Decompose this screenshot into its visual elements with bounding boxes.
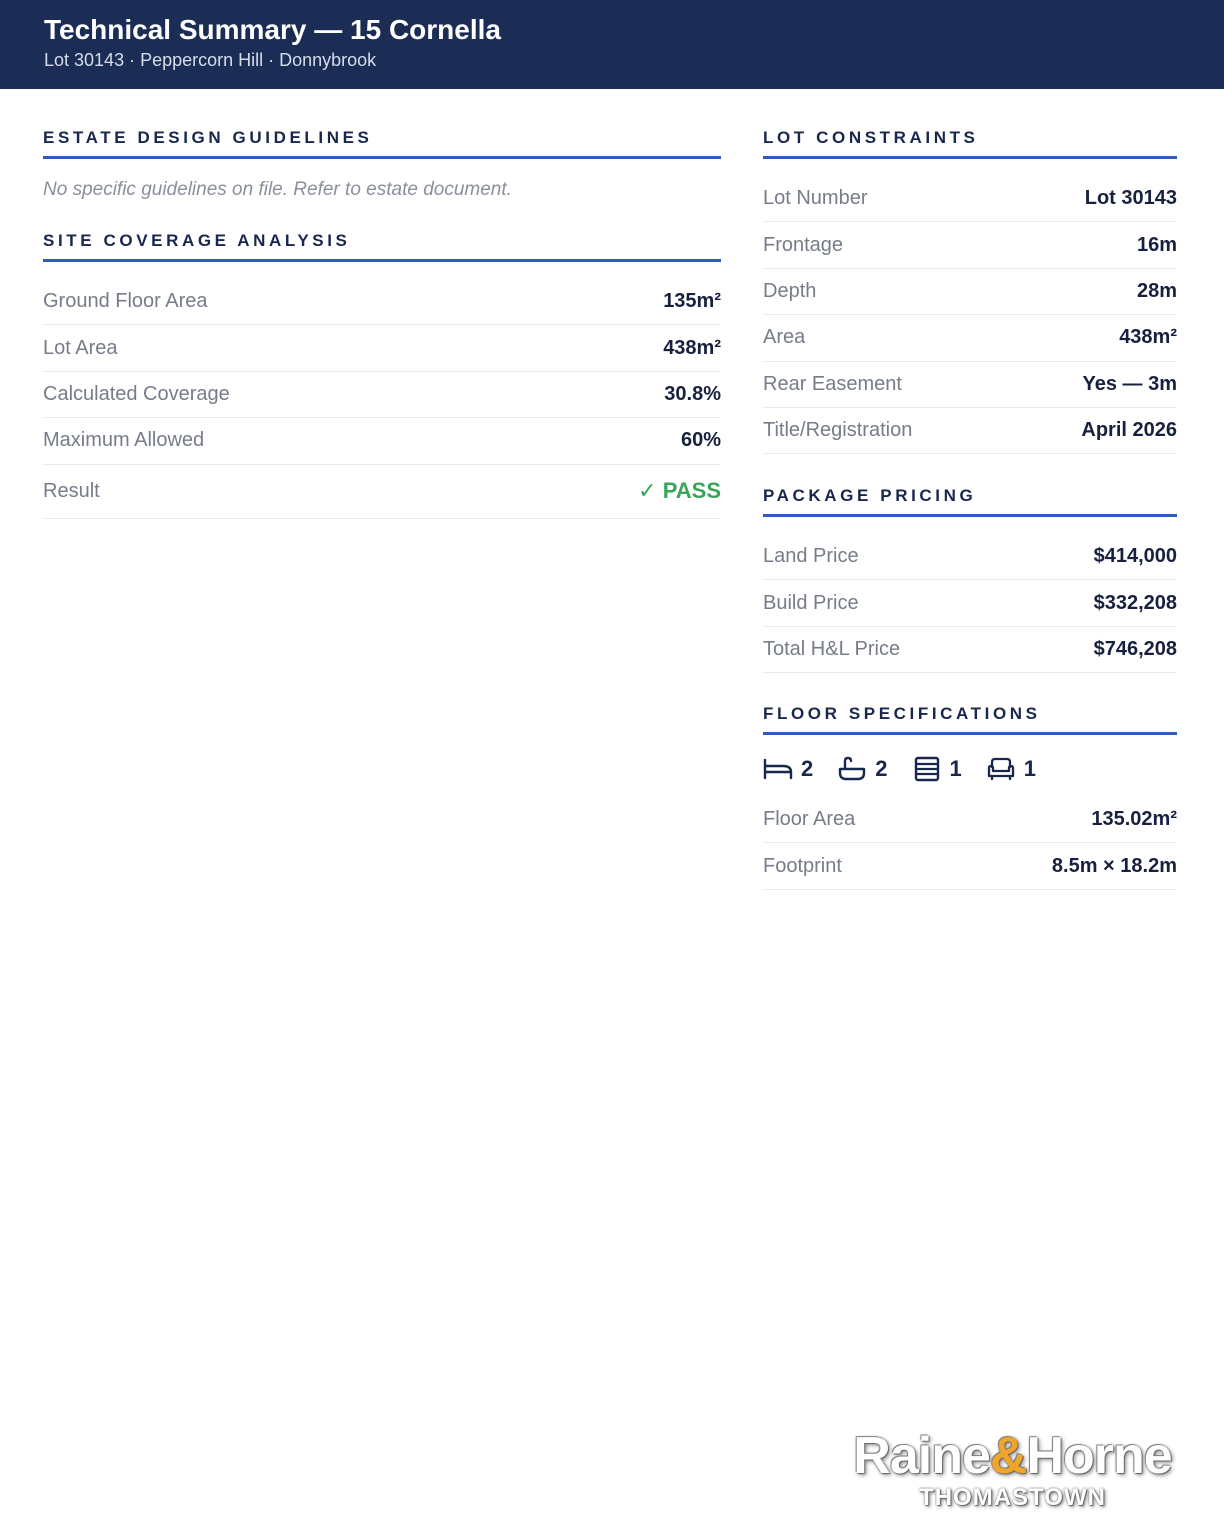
- table-row: Total H&L Price $746,208: [763, 627, 1177, 674]
- living-feature: 1: [986, 756, 1036, 782]
- living-icon: [987, 757, 1014, 781]
- row-label: Build Price: [763, 591, 859, 614]
- row-value: $414,000: [1093, 545, 1177, 568]
- table-row: Build Price $332,208: [763, 580, 1177, 627]
- row-value: $746,208: [1093, 637, 1177, 660]
- package-pricing-section: PACKAGE PRICING Land Price $414,000 Buil…: [763, 486, 1177, 674]
- result-row: Result ✓ PASS: [43, 465, 721, 519]
- table-row: Title/Registration April 2026: [763, 408, 1177, 455]
- page-subtitle: Lot 30143 · Peppercorn Hill · Donnybrook: [44, 50, 377, 70]
- table-row: Ground Floor Area 135m²: [43, 279, 721, 326]
- row-value: 438m²: [1119, 326, 1177, 349]
- table-row: Maximum Allowed 60%: [43, 418, 721, 465]
- row-label: Lot Number: [763, 187, 868, 210]
- garage-count: 1: [949, 756, 962, 781]
- row-value: 60%: [680, 429, 721, 452]
- section-title-package-pricing: PACKAGE PRICING: [763, 486, 1177, 517]
- row-label: Floor Area: [763, 808, 856, 831]
- row-label: Lot Area: [43, 336, 118, 359]
- floor-specifications-table: Floor Area 135.02m² Footprint 8.5m × 18.…: [763, 797, 1177, 890]
- living-count: 1: [1023, 756, 1036, 781]
- estate-guidelines-section: ESTATE DESIGN GUIDELINES No specific gui…: [43, 128, 721, 202]
- table-row: Footprint 8.5m × 18.2m: [763, 843, 1177, 890]
- table-row: Rear Easement Yes — 3m: [763, 362, 1177, 408]
- row-label: Area: [763, 326, 806, 349]
- garage-icon: [914, 756, 939, 782]
- logo-name-part1: Raine: [853, 1427, 991, 1485]
- table-row: Frontage 16m: [763, 222, 1177, 269]
- site-coverage-table: Ground Floor Area 135m² Lot Area 438m² C…: [43, 279, 721, 519]
- bathrooms-feature: 2: [837, 756, 888, 782]
- result-label: Result: [43, 479, 100, 502]
- lot-constraints-section: LOT CONSTRAINTS Lot Number Lot 30143 Fro…: [763, 128, 1177, 455]
- pass-status-badge: ✓ PASS: [638, 478, 721, 504]
- row-label: Total H&L Price: [763, 637, 901, 660]
- row-label: Frontage: [763, 233, 844, 256]
- lot-constraints-table: Lot Number Lot 30143 Frontage 16m Depth …: [763, 176, 1177, 455]
- bedrooms-count: 2: [801, 756, 814, 781]
- section-title-lot-constraints: LOT CONSTRAINTS: [763, 128, 1177, 159]
- row-value: 438m²: [663, 336, 721, 359]
- feature-icons-row: 2 2 1 1: [763, 749, 1177, 789]
- bathrooms-count: 2: [875, 756, 888, 781]
- row-value: Lot 30143: [1084, 187, 1177, 210]
- table-row: Calculated Coverage 30.8%: [43, 372, 721, 419]
- logo-wordmark: Raine&Horne: [840, 1428, 1185, 1484]
- page-title: Technical Summary — 15 Cornella: [44, 14, 501, 45]
- row-value: 30.8%: [664, 382, 721, 405]
- row-label: Land Price: [763, 545, 859, 568]
- page-header: Technical Summary — 15 Cornella Lot 3014…: [0, 0, 1224, 89]
- row-value: $332,208: [1093, 591, 1177, 614]
- row-value: 16m: [1136, 233, 1177, 256]
- bed-icon: [763, 758, 793, 780]
- table-row: Floor Area 135.02m²: [763, 797, 1177, 844]
- section-title-floor-specifications: FLOOR SPECIFICATIONS: [763, 704, 1177, 735]
- row-label: Depth: [763, 279, 817, 302]
- row-label: Rear Easement: [763, 372, 902, 395]
- row-label: Calculated Coverage: [43, 382, 230, 405]
- floor-specifications-section: FLOOR SPECIFICATIONS 2 2 1 1 Floor Area …: [763, 704, 1177, 890]
- row-value: 28m: [1136, 279, 1177, 302]
- row-label: Maximum Allowed: [43, 429, 205, 452]
- table-row: Land Price $414,000: [763, 534, 1177, 581]
- table-row: Depth 28m: [763, 269, 1177, 316]
- row-value: 135m²: [663, 290, 721, 313]
- row-value: 135.02m²: [1091, 808, 1177, 831]
- bath-icon: [839, 756, 866, 781]
- row-label: Footprint: [763, 854, 842, 877]
- row-value: Yes — 3m: [1082, 372, 1177, 395]
- section-title-estate-guidelines: ESTATE DESIGN GUIDELINES: [43, 128, 721, 159]
- row-value: April 2026: [1081, 419, 1177, 442]
- table-row: Area 438m²: [763, 315, 1177, 362]
- row-label: Ground Floor Area: [43, 290, 208, 313]
- row-value: 8.5m × 18.2m: [1051, 854, 1177, 877]
- logo-name-part2: Horne: [1026, 1427, 1172, 1485]
- logo-office-name: THOMASTOWN: [919, 1484, 1106, 1511]
- package-pricing-table: Land Price $414,000 Build Price $332,208…: [763, 534, 1177, 674]
- logo-ampersand: &: [989, 1427, 1028, 1485]
- raine-horne-logo: Raine&Horne THOMASTOWN: [840, 1428, 1185, 1512]
- bedrooms-feature: 2: [763, 756, 813, 782]
- site-coverage-section: SITE COVERAGE ANALYSIS Ground Floor Area…: [43, 231, 721, 519]
- table-row: Lot Area 438m²: [43, 325, 721, 372]
- garage-feature: 1: [912, 756, 962, 782]
- table-row: Lot Number Lot 30143: [763, 176, 1177, 223]
- section-title-site-coverage: SITE COVERAGE ANALYSIS: [43, 231, 721, 262]
- guidelines-note: No specific guidelines on file. Refer to…: [43, 179, 512, 200]
- row-label: Title/Registration: [763, 419, 913, 442]
